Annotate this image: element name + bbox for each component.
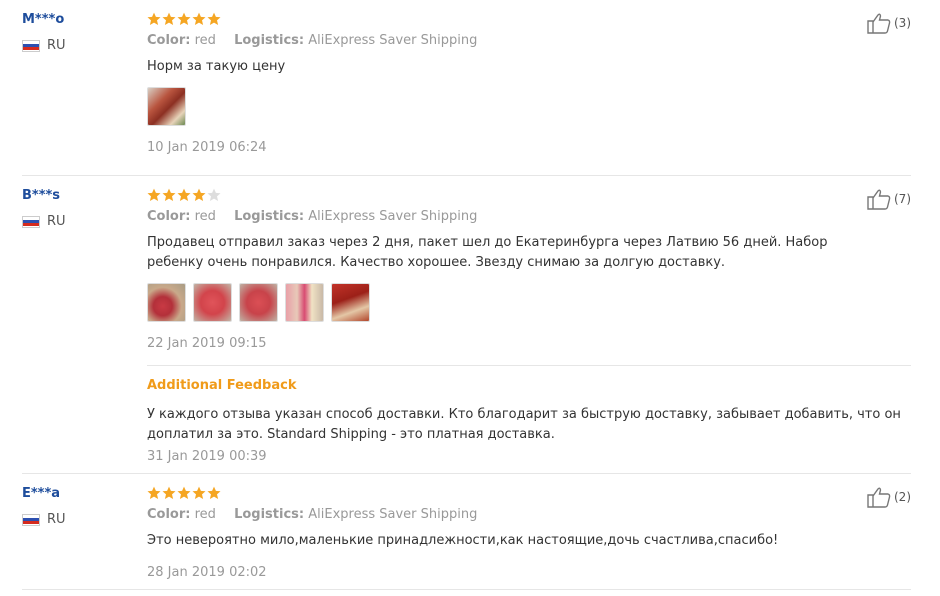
country-code: RU bbox=[47, 38, 66, 53]
logistics-label: Logistics: bbox=[234, 507, 305, 522]
review-photos bbox=[147, 283, 911, 322]
helpful-count: (2) bbox=[894, 490, 911, 504]
country-code: RU bbox=[47, 512, 66, 527]
star-filled-icon bbox=[147, 188, 161, 201]
country-code: RU bbox=[47, 214, 66, 229]
review-meta: Color: red Logistics: AliExpress Saver S… bbox=[147, 209, 911, 224]
star-filled-icon bbox=[147, 12, 161, 25]
review-body: Color: red Logistics: AliExpress Saver S… bbox=[147, 176, 911, 351]
review-photo-thumbnail[interactable] bbox=[147, 283, 186, 322]
russia-flag-icon bbox=[22, 215, 40, 228]
reviewer-country: RU bbox=[22, 214, 132, 229]
helpful-button[interactable]: (3) bbox=[867, 12, 911, 34]
review-photo-thumbnail[interactable] bbox=[331, 283, 370, 322]
russia-flag-icon bbox=[22, 513, 40, 526]
reviewer-info: E***a RU bbox=[22, 486, 132, 527]
color-label: Color: bbox=[147, 33, 191, 48]
thumbs-up-icon bbox=[867, 189, 891, 210]
reviewer-name[interactable]: B***s bbox=[22, 188, 132, 203]
review-date: 22 Jan 2019 09:15 bbox=[147, 336, 267, 351]
thumbs-up-icon bbox=[867, 487, 891, 508]
star-filled-icon bbox=[177, 486, 191, 499]
color-label: Color: bbox=[147, 507, 191, 522]
color-value: red bbox=[194, 33, 216, 48]
star-filled-icon bbox=[192, 188, 206, 201]
reviewer-country: RU bbox=[22, 38, 132, 53]
helpful-button[interactable]: (7) bbox=[867, 188, 911, 210]
review-text: Это невероятно мило,маленькие принадлежн… bbox=[147, 533, 779, 548]
color-label: Color: bbox=[147, 209, 191, 224]
star-filled-icon bbox=[177, 188, 191, 201]
reviewer-country: RU bbox=[22, 512, 132, 527]
helpful-count: (7) bbox=[894, 192, 911, 206]
star-rating bbox=[147, 188, 911, 203]
review-photo-thumbnail[interactable] bbox=[285, 283, 324, 322]
reviewer-name[interactable]: M***o bbox=[22, 12, 132, 27]
star-filled-icon bbox=[192, 12, 206, 25]
review-photo-thumbnail[interactable] bbox=[147, 87, 186, 126]
logistics-value: AliExpress Saver Shipping bbox=[308, 33, 478, 48]
helpful-button[interactable]: (2) bbox=[867, 486, 911, 508]
reviewer-info: M***o RU bbox=[22, 12, 132, 53]
helpful-count: (3) bbox=[894, 16, 911, 30]
review-item: B***s RU Color: red Logistics: AliExpres… bbox=[22, 176, 911, 474]
review-item: M***o RU Color: red Logistics: AliExpres… bbox=[22, 0, 911, 176]
star-empty-icon bbox=[207, 188, 221, 201]
star-filled-icon bbox=[177, 12, 191, 25]
star-filled-icon bbox=[207, 486, 221, 499]
logistics-label: Logistics: bbox=[234, 209, 305, 224]
review-body: Color: red Logistics: AliExpress Saver S… bbox=[147, 0, 911, 155]
review-date: 28 Jan 2019 02:02 bbox=[147, 565, 267, 580]
review-meta: Color: red Logistics: AliExpress Saver S… bbox=[147, 507, 911, 522]
review-photos bbox=[147, 87, 911, 126]
color-value: red bbox=[194, 507, 216, 522]
logistics-value: AliExpress Saver Shipping bbox=[308, 209, 478, 224]
thumbs-up-icon bbox=[867, 13, 891, 34]
additional-feedback-date: 31 Jan 2019 00:39 bbox=[147, 449, 267, 464]
review-text: Продавец отправил заказ через 2 дня, пак… bbox=[147, 235, 828, 270]
star-rating bbox=[147, 12, 911, 27]
review-body: Color: red Logistics: AliExpress Saver S… bbox=[147, 474, 911, 580]
review-date: 10 Jan 2019 06:24 bbox=[147, 140, 267, 155]
star-filled-icon bbox=[207, 12, 221, 25]
star-filled-icon bbox=[147, 486, 161, 499]
additional-feedback-title: Additional Feedback bbox=[147, 378, 297, 393]
star-rating bbox=[147, 486, 911, 501]
star-filled-icon bbox=[162, 486, 176, 499]
additional-feedback: Additional Feedback У каждого отзыва ука… bbox=[147, 365, 911, 464]
review-meta: Color: red Logistics: AliExpress Saver S… bbox=[147, 33, 911, 48]
logistics-label: Logistics: bbox=[234, 33, 305, 48]
review-item: E***a RU Color: red Logistics: AliExpres… bbox=[22, 474, 911, 590]
russia-flag-icon bbox=[22, 39, 40, 52]
color-value: red bbox=[194, 209, 216, 224]
review-photo-thumbnail[interactable] bbox=[239, 283, 278, 322]
star-filled-icon bbox=[162, 188, 176, 201]
logistics-value: AliExpress Saver Shipping bbox=[308, 507, 478, 522]
review-text: Норм за такую цену bbox=[147, 59, 286, 74]
review-photo-thumbnail[interactable] bbox=[193, 283, 232, 322]
additional-feedback-text: У каждого отзыва указан способ доставки.… bbox=[147, 407, 901, 442]
reviewer-info: B***s RU bbox=[22, 188, 132, 229]
star-filled-icon bbox=[162, 12, 176, 25]
star-filled-icon bbox=[192, 486, 206, 499]
reviewer-name[interactable]: E***a bbox=[22, 486, 132, 501]
